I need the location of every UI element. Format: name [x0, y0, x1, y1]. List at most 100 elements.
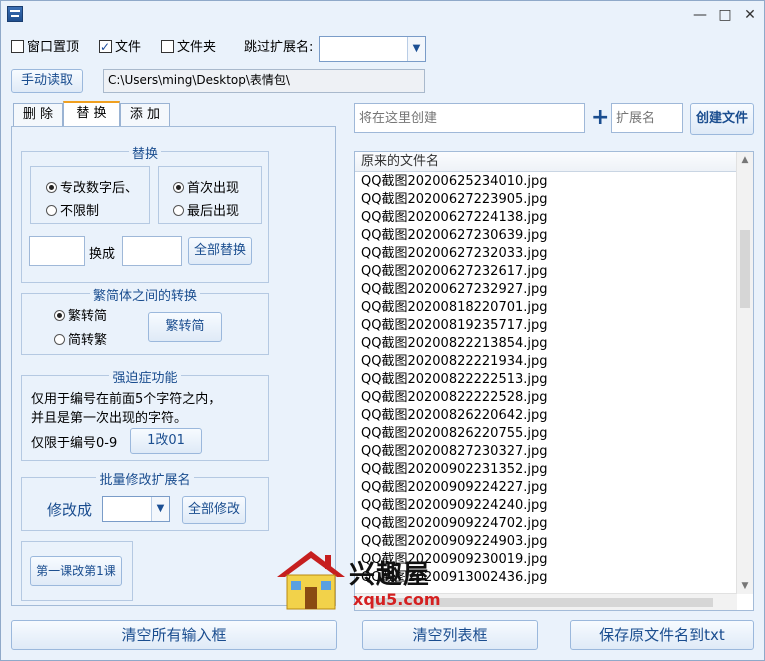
scroll-thumb[interactable] [740, 230, 750, 308]
list-item[interactable]: QQ截图20200909224903.jpg [355, 533, 737, 551]
file-checkbox[interactable]: 文件 [99, 38, 142, 57]
list-item[interactable]: QQ截图20200627230639.jpg [355, 227, 737, 245]
occurrence-radio-group: 首次出现 最后出现 [158, 166, 262, 224]
lesson-convert-button[interactable]: 第一课改第1课 [30, 556, 122, 586]
replace-group: 替换 专改数字后、 不限制 首次出现 最后出现 换成 全部替换 [21, 147, 269, 283]
radio-dot [173, 205, 184, 216]
radio-dot [46, 182, 57, 193]
checkbox-label: 文件 [115, 40, 142, 55]
list-item[interactable]: QQ截图20200909224702.jpg [355, 515, 737, 533]
ocd-group: 强迫症功能 仅用于编号在前面5个字符之内， 并且是第一次出现的字符。 仅限于编号… [21, 371, 269, 461]
list-item[interactable]: QQ截图20200625234010.jpg [355, 173, 737, 191]
convert-button[interactable]: 繁转简 [148, 312, 222, 342]
list-item[interactable]: QQ截图20200826220642.jpg [355, 407, 737, 425]
lesson-group: 第一课改第1课 [21, 541, 133, 601]
change-to-label: 换成 [89, 247, 116, 262]
list-item[interactable]: QQ截图20200627232927.jpg [355, 281, 737, 299]
modify-all-button[interactable]: 全部修改 [182, 496, 246, 524]
watermark-text: 兴趣屋 [349, 560, 431, 590]
clear-list-button[interactable]: 清空列表框 [362, 620, 538, 650]
radio-dot [173, 182, 184, 193]
tab-replace[interactable]: 替 换 [63, 101, 120, 127]
chevron-down-icon[interactable]: ▼ [407, 37, 425, 61]
radio-label: 最后出现 [187, 204, 240, 219]
create-name-input[interactable] [354, 103, 585, 133]
save-txt-button[interactable]: 保存原文件名到txt [570, 620, 754, 650]
list-item[interactable]: QQ截图20200627232617.jpg [355, 263, 737, 281]
skip-ext-label: 跳过扩展名: [244, 40, 314, 55]
radio-simp-to-trad[interactable]: 简转繁 [54, 332, 107, 350]
list-rows: QQ截图20200625234010.jpg QQ截图20200627223905… [355, 173, 737, 587]
close-button[interactable]: ✕ [739, 5, 761, 25]
ext-change-to-label: 修改成 [47, 501, 93, 519]
group-title: 强迫症功能 [22, 367, 268, 386]
list-item[interactable]: QQ截图20200909224227.jpg [355, 479, 737, 497]
list-item[interactable]: QQ截图20200909224240.jpg [355, 497, 737, 515]
replace-all-button[interactable]: 全部替换 [188, 237, 252, 265]
pad-number-button[interactable]: 1改01 [130, 428, 202, 454]
ocd-desc-line2: 并且是第一次出现的字符。 [31, 411, 188, 426]
radio-trad-to-simp[interactable]: 繁转简 [54, 308, 107, 326]
group-title: 批量修改扩展名 [22, 469, 268, 488]
replace-tab-panel: 替换 专改数字后、 不限制 首次出现 最后出现 换成 全部替换 繁简体之间的转换… [11, 126, 336, 606]
clear-inputs-button[interactable]: 清空所有输入框 [11, 620, 337, 650]
convert-group: 繁简体之间的转换 繁转简 简转繁 繁转简 [21, 289, 269, 355]
tab-add[interactable]: 添 加 [120, 103, 170, 127]
minimize-button[interactable]: — [689, 5, 711, 25]
list-item[interactable]: QQ截图20200627224138.jpg [355, 209, 737, 227]
radio-label: 专改数字后、 [60, 181, 139, 196]
checkbox-label: 窗口置顶 [27, 40, 80, 55]
scroll-down-icon[interactable]: ▼ [737, 578, 753, 594]
radio-last-occurrence[interactable]: 最后出现 [173, 203, 239, 221]
group-title: 繁简体之间的转换 [22, 285, 268, 304]
list-item[interactable]: QQ截图20200627223905.jpg [355, 191, 737, 209]
vertical-scrollbar[interactable]: ▲ ▼ [736, 152, 753, 594]
app-icon [7, 6, 23, 22]
scroll-up-icon[interactable]: ▲ [737, 152, 753, 168]
list-item[interactable]: QQ截图20200627232033.jpg [355, 245, 737, 263]
tab-delete[interactable]: 删 除 [13, 103, 63, 127]
watermark-url: xqu5.com [353, 590, 441, 609]
radio-label: 简转繁 [68, 333, 108, 348]
list-item[interactable]: QQ截图20200826220755.jpg [355, 425, 737, 443]
maximize-button[interactable]: □ [714, 5, 736, 25]
chevron-down-icon[interactable]: ▼ [151, 497, 169, 521]
radio-after-number[interactable]: 专改数字后、 [46, 180, 138, 198]
radio-dot [54, 310, 65, 321]
radio-label: 繁转简 [68, 309, 108, 324]
create-file-button[interactable]: 创建文件 [690, 103, 754, 135]
window-top-checkbox[interactable]: 窗口置顶 [11, 39, 79, 57]
list-item[interactable]: QQ截图20200902231352.jpg [355, 461, 737, 479]
replace-text-input[interactable] [122, 236, 182, 266]
watermark-house-logo [277, 551, 345, 610]
file-list[interactable]: 原来的文件名 QQ截图20200625234010.jpg QQ截图2020062… [354, 151, 754, 611]
new-ext-combo[interactable]: ▼ [102, 496, 170, 522]
radio-label: 不限制 [60, 204, 100, 219]
list-item[interactable]: QQ截图20200822213854.jpg [355, 335, 737, 353]
list-item[interactable]: QQ截图20200819235717.jpg [355, 317, 737, 335]
checkbox-box [99, 38, 112, 56]
list-item[interactable]: QQ截图20200818220701.jpg [355, 299, 737, 317]
list-item[interactable]: QQ截图20200822221934.jpg [355, 353, 737, 371]
list-item[interactable]: QQ截图20200827230327.jpg [355, 443, 737, 461]
list-item[interactable]: QQ截图20200822222513.jpg [355, 371, 737, 389]
position-radio-group: 专改数字后、 不限制 [30, 166, 150, 224]
list-item[interactable]: QQ截图20200822222528.jpg [355, 389, 737, 407]
radio-unlimited[interactable]: 不限制 [46, 203, 99, 221]
ext-group: 批量修改扩展名 修改成 ▼ 全部修改 [21, 473, 269, 531]
checkbox-box [161, 40, 174, 53]
ocd-limit-label: 仅限于编号0-9 [31, 436, 118, 451]
checkbox-box [11, 40, 24, 53]
plus-icon: + [591, 105, 610, 130]
app-window: — □ ✕ 窗口置顶 文件 文件夹 跳过扩展名: ▼ 手动读取 C:\Users… [0, 0, 765, 661]
skip-ext-combo[interactable]: ▼ [319, 36, 426, 62]
folder-checkbox[interactable]: 文件夹 [161, 39, 216, 57]
path-field: C:\Users\ming\Desktop\表情包\ [103, 69, 425, 93]
radio-first-occurrence[interactable]: 首次出现 [173, 180, 239, 198]
manual-read-button[interactable]: 手动读取 [11, 69, 83, 93]
find-text-input[interactable] [29, 236, 85, 266]
ocd-desc-line1: 仅用于编号在前面5个字符之内， [31, 392, 222, 407]
checkbox-label: 文件夹 [177, 40, 217, 55]
create-ext-input[interactable] [611, 103, 683, 133]
list-header-original-name[interactable]: 原来的文件名 [355, 152, 737, 172]
